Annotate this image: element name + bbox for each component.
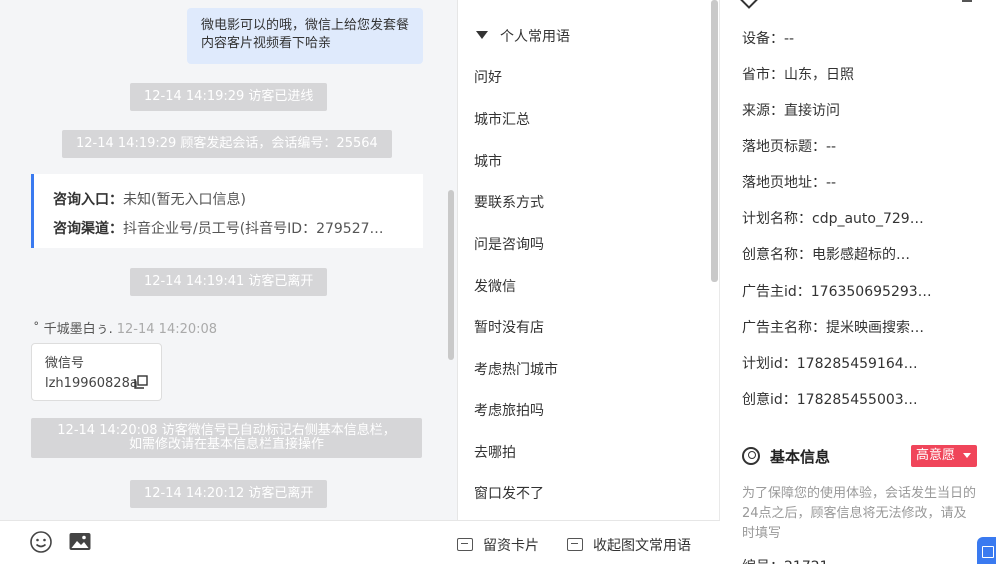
phrase-item[interactable]: 城市 [474,151,502,171]
system-message: 12-14 14:19:29 顾客发起会话，会话编号：25564 [62,130,392,158]
consult-info-card: 咨询入口：未知(暂无入口信息) 咨询渠道：抖音企业号/员工号(抖音号ID：279… [31,174,423,248]
consult-channel-label: 咨询渠道： [53,221,123,237]
system-message-line: 12-14 14:20:08 访客微信号已自动标记右侧基本信息栏， [57,423,396,438]
chat-scrollbar[interactable] [448,190,454,360]
common-phrases-panel: 个人常用语 问好 城市汇总 城市 要联系方式 问是咨询吗 发微信 暂时没有店 考… [458,0,720,520]
info-device: 设备：-- [742,31,795,47]
system-message: 12-14 14:20:08 访客微信号已自动标记右侧基本信息栏， 如需修改请在… [31,418,422,458]
collapse-phrases-label: 收起图文常用语 [593,538,691,554]
intent-level-dropdown[interactable]: 高意愿 [911,445,977,467]
consult-entry-label: 咨询入口： [53,192,123,208]
user-icon [742,446,760,465]
outgoing-message: 微电影可以的哦，微信上给您发套餐内容客片视频看下哈亲 [187,8,423,64]
floating-action-button[interactable] [977,537,996,564]
chat-panel: 微电影可以的哦，微信上给您发套餐内容客片视频看下哈亲 12-14 14:19:2… [0,0,458,564]
message-sender: ˚ 千城墨白ぅ. 12-14 14:20:08 [33,318,217,337]
phrase-item[interactable]: 窗口发不了 [474,483,544,503]
phrases-scrollbar[interactable] [711,0,718,282]
phrase-item[interactable]: 问好 [474,67,502,87]
consult-channel-value: 抖音企业号/员工号(抖音号ID：279527… [123,221,384,237]
phrase-item[interactable]: 去哪拍 [474,442,516,462]
info-plan-name: 计划名称：cdp_auto_729… [742,211,924,227]
sender-name: ˚ 千城墨白ぅ. [33,322,113,337]
basic-info-title: 基本信息 [742,446,830,467]
phrase-item[interactable]: 城市汇总 [474,109,530,129]
image-icon[interactable] [68,530,92,554]
chat-messages[interactable]: 微电影可以的哦，微信上给您发套餐内容客片视频看下哈亲 12-14 14:19:2… [0,0,456,520]
phrase-item[interactable]: 考虑热门城市 [474,359,558,379]
info-plan-id: 计划id：178285459164… [742,356,918,372]
copy-icon[interactable] [134,375,148,389]
phrase-item[interactable]: 发微信 [474,276,516,296]
sender-time: 12-14 14:20:08 [116,322,218,337]
info-advertiser-id: 广告主id：176350695293… [742,284,932,300]
lead-card-label: 留资卡片 [483,538,539,554]
visitor-info-panel: 设备：-- 省市：山东，日照 来源：直接访问 落地页标题：-- 落地页地址：--… [720,0,996,564]
info-landing-title: 落地页标题：-- [742,139,837,155]
phrase-item[interactable]: 暂时没有店 [474,317,544,337]
phrase-item[interactable]: 要联系方式 [474,192,544,212]
consult-entry-value: 未知(暂无入口信息) [123,192,246,208]
workspace: 微电影可以的哦，微信上给您发套餐内容客片视频看下哈亲 12-14 14:19:2… [0,0,996,564]
system-message: 12-14 14:19:29 访客已进线 [130,83,328,111]
info-number: 编号：21721 [742,556,829,564]
phrase-item[interactable]: 考虑旅拍吗 [474,400,544,420]
system-message: 12-14 14:19:41 访客已离开 [130,268,328,296]
card-icon [567,537,583,551]
card-icon [457,537,473,551]
phrase-group-header[interactable]: 个人常用语 [476,26,570,46]
system-message: 12-14 14:20:12 访客已离开 [130,480,328,508]
basic-info-title-text: 基本信息 [770,448,831,466]
info-creative-name: 创意名称：电影感超标的… [742,247,910,263]
collapse-phrases-button[interactable]: 收起图文常用语 [567,535,691,555]
system-message-line: 如需修改请在基本信息栏直接操作 [128,437,324,452]
info-landing-url: 落地页地址：-- [742,175,837,191]
info-source: 来源：直接访问 [742,103,840,119]
phrase-group-title: 个人常用语 [500,29,570,45]
collapse-icon[interactable] [962,0,972,2]
phrase-item[interactable]: 问是咨询吗 [474,234,544,254]
info-creative-id: 创意id：178285455003… [742,392,918,408]
wechat-card[interactable]: 微信号 lzh19960828a [31,343,162,401]
lead-card-button[interactable]: 留资卡片 [457,535,539,555]
info-region: 省市：山东，日照 [742,67,854,83]
emoji-icon[interactable] [29,530,53,554]
caret-down-icon [476,31,488,39]
edit-notice: 为了保障您的使用体验，会话发生当日的24点之后，顾客信息将无法修改，请及时填写 [742,486,977,541]
wechat-card-title: 微信号 [45,356,85,371]
info-advertiser-name: 广告主名称：提米映画搜索… [742,320,924,336]
